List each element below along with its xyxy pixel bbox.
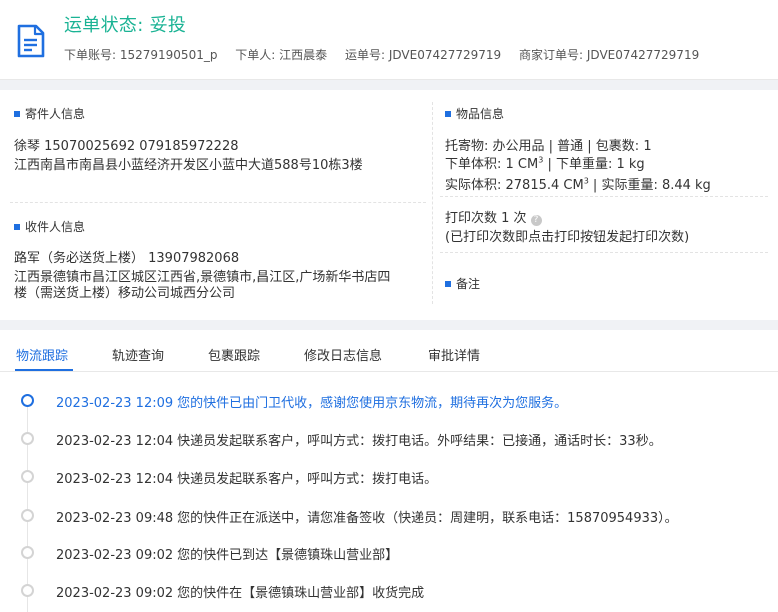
receiver-address-line2: 楼（需送货上楼）移动公司城西分公司 (14, 286, 236, 301)
sender-contact: 徐琴 15070025692 079185972228 (14, 139, 239, 154)
tab-approval-details[interactable]: 审批详情 (428, 345, 480, 364)
order-volume-weight: 下单体积: 1 CM3 | 下单重量: 1 kg (445, 155, 645, 172)
tab-package-tracking[interactable]: 包裹跟踪 (208, 345, 260, 364)
print-count-note: (已打印次数即点击打印按钮发起打印次数) (445, 230, 690, 245)
timeline-item: 2023-02-23 12:04 快递员发起联系客户，呼叫方式：拨打电话。外呼结果… (0, 428, 778, 449)
order-account: 下单账号: 15279190501_p (64, 48, 218, 62)
tab-trajectory-query[interactable]: 轨迹查询 (112, 345, 164, 364)
actual-volume-weight: 实际体积: 27815.4 CM3 | 实际重量: 8.44 kg (445, 176, 711, 193)
print-count: 打印次数 1 次? (445, 207, 542, 226)
tab-logistics-tracking[interactable]: 物流跟踪 (16, 345, 68, 364)
timeline-dot-icon (21, 546, 34, 559)
tab-change-log[interactable]: 修改日志信息 (304, 345, 382, 364)
tracking-panel: 物流跟踪 轨迹查询 包裹跟踪 修改日志信息 审批详情 2023-02-23 12… (0, 330, 778, 612)
timeline-dot-icon (21, 584, 34, 597)
goods-section-label: 物品信息 (445, 105, 504, 122)
timeline-item: 2023-02-23 12:09 您的快件已由门卫代收，感谢您使用京东物流，期待再… (0, 390, 778, 411)
divider (432, 102, 433, 304)
timeline-item: 2023-02-23 09:02 您的快件在【景德镇珠山营业部】收货完成 (0, 580, 778, 601)
document-icon (17, 24, 45, 58)
sender-address: 江西南昌市南昌县小蓝经济开发区小蓝中大道588号10栋3楼 (14, 158, 363, 173)
divider (10, 202, 426, 203)
order-person: 下单人: 江西晨泰 (235, 48, 328, 62)
divider (440, 196, 768, 197)
timeline-dot-icon (21, 470, 34, 483)
timeline-item: 2023-02-23 09:48 您的快件正在派送中，请您准备签收（快递员：周建明… (0, 505, 778, 526)
waybill-number: 运单号: JDVE07427729719 (344, 48, 502, 62)
receiver-section-label: 收件人信息 (14, 218, 85, 235)
waybill-meta: 下单账号: 15279190501_p 下单人: 江西晨泰 运单号: JDVE0… (64, 46, 713, 63)
goods-summary: 托寄物: 办公用品 | 普通 | 包裹数: 1 (445, 139, 652, 154)
help-icon[interactable]: ? (530, 215, 542, 226)
receiver-contact: 路军（务必送货上楼） 13907982068 (14, 251, 240, 266)
section-marker-icon (14, 223, 20, 230)
waybill-status-title: 运单状态: 妥投 (64, 15, 187, 36)
waybill-header: 运单状态: 妥投 下单账号: 15279190501_p 下单人: 江西晨泰 运… (0, 0, 778, 80)
section-marker-icon (445, 110, 451, 117)
shipment-info-card: 寄件人信息 徐琴 15070025692 079185972228 江西南昌市南… (0, 90, 778, 320)
merchant-order-number: 商家订单号: JDVE07427729719 (519, 48, 700, 62)
timeline-dot-icon (21, 432, 34, 445)
timeline-dot-icon (21, 509, 34, 522)
active-tab-indicator (15, 369, 73, 371)
timeline-dot-icon (21, 394, 34, 407)
sender-section-label: 寄件人信息 (14, 105, 85, 122)
section-marker-icon (14, 110, 20, 117)
section-marker-icon (445, 280, 451, 287)
timeline-item: 2023-02-23 12:04 快递员发起联系客户，呼叫方式：拨打电话。 (0, 466, 778, 487)
tab-bar: 物流跟踪 轨迹查询 包裹跟踪 修改日志信息 审批详情 (0, 330, 778, 372)
timeline-item: 2023-02-23 09:02 您的快件已到达【景德镇珠山营业部】 (0, 542, 778, 563)
divider (440, 252, 768, 253)
remark-section-label: 备注 (445, 275, 480, 292)
